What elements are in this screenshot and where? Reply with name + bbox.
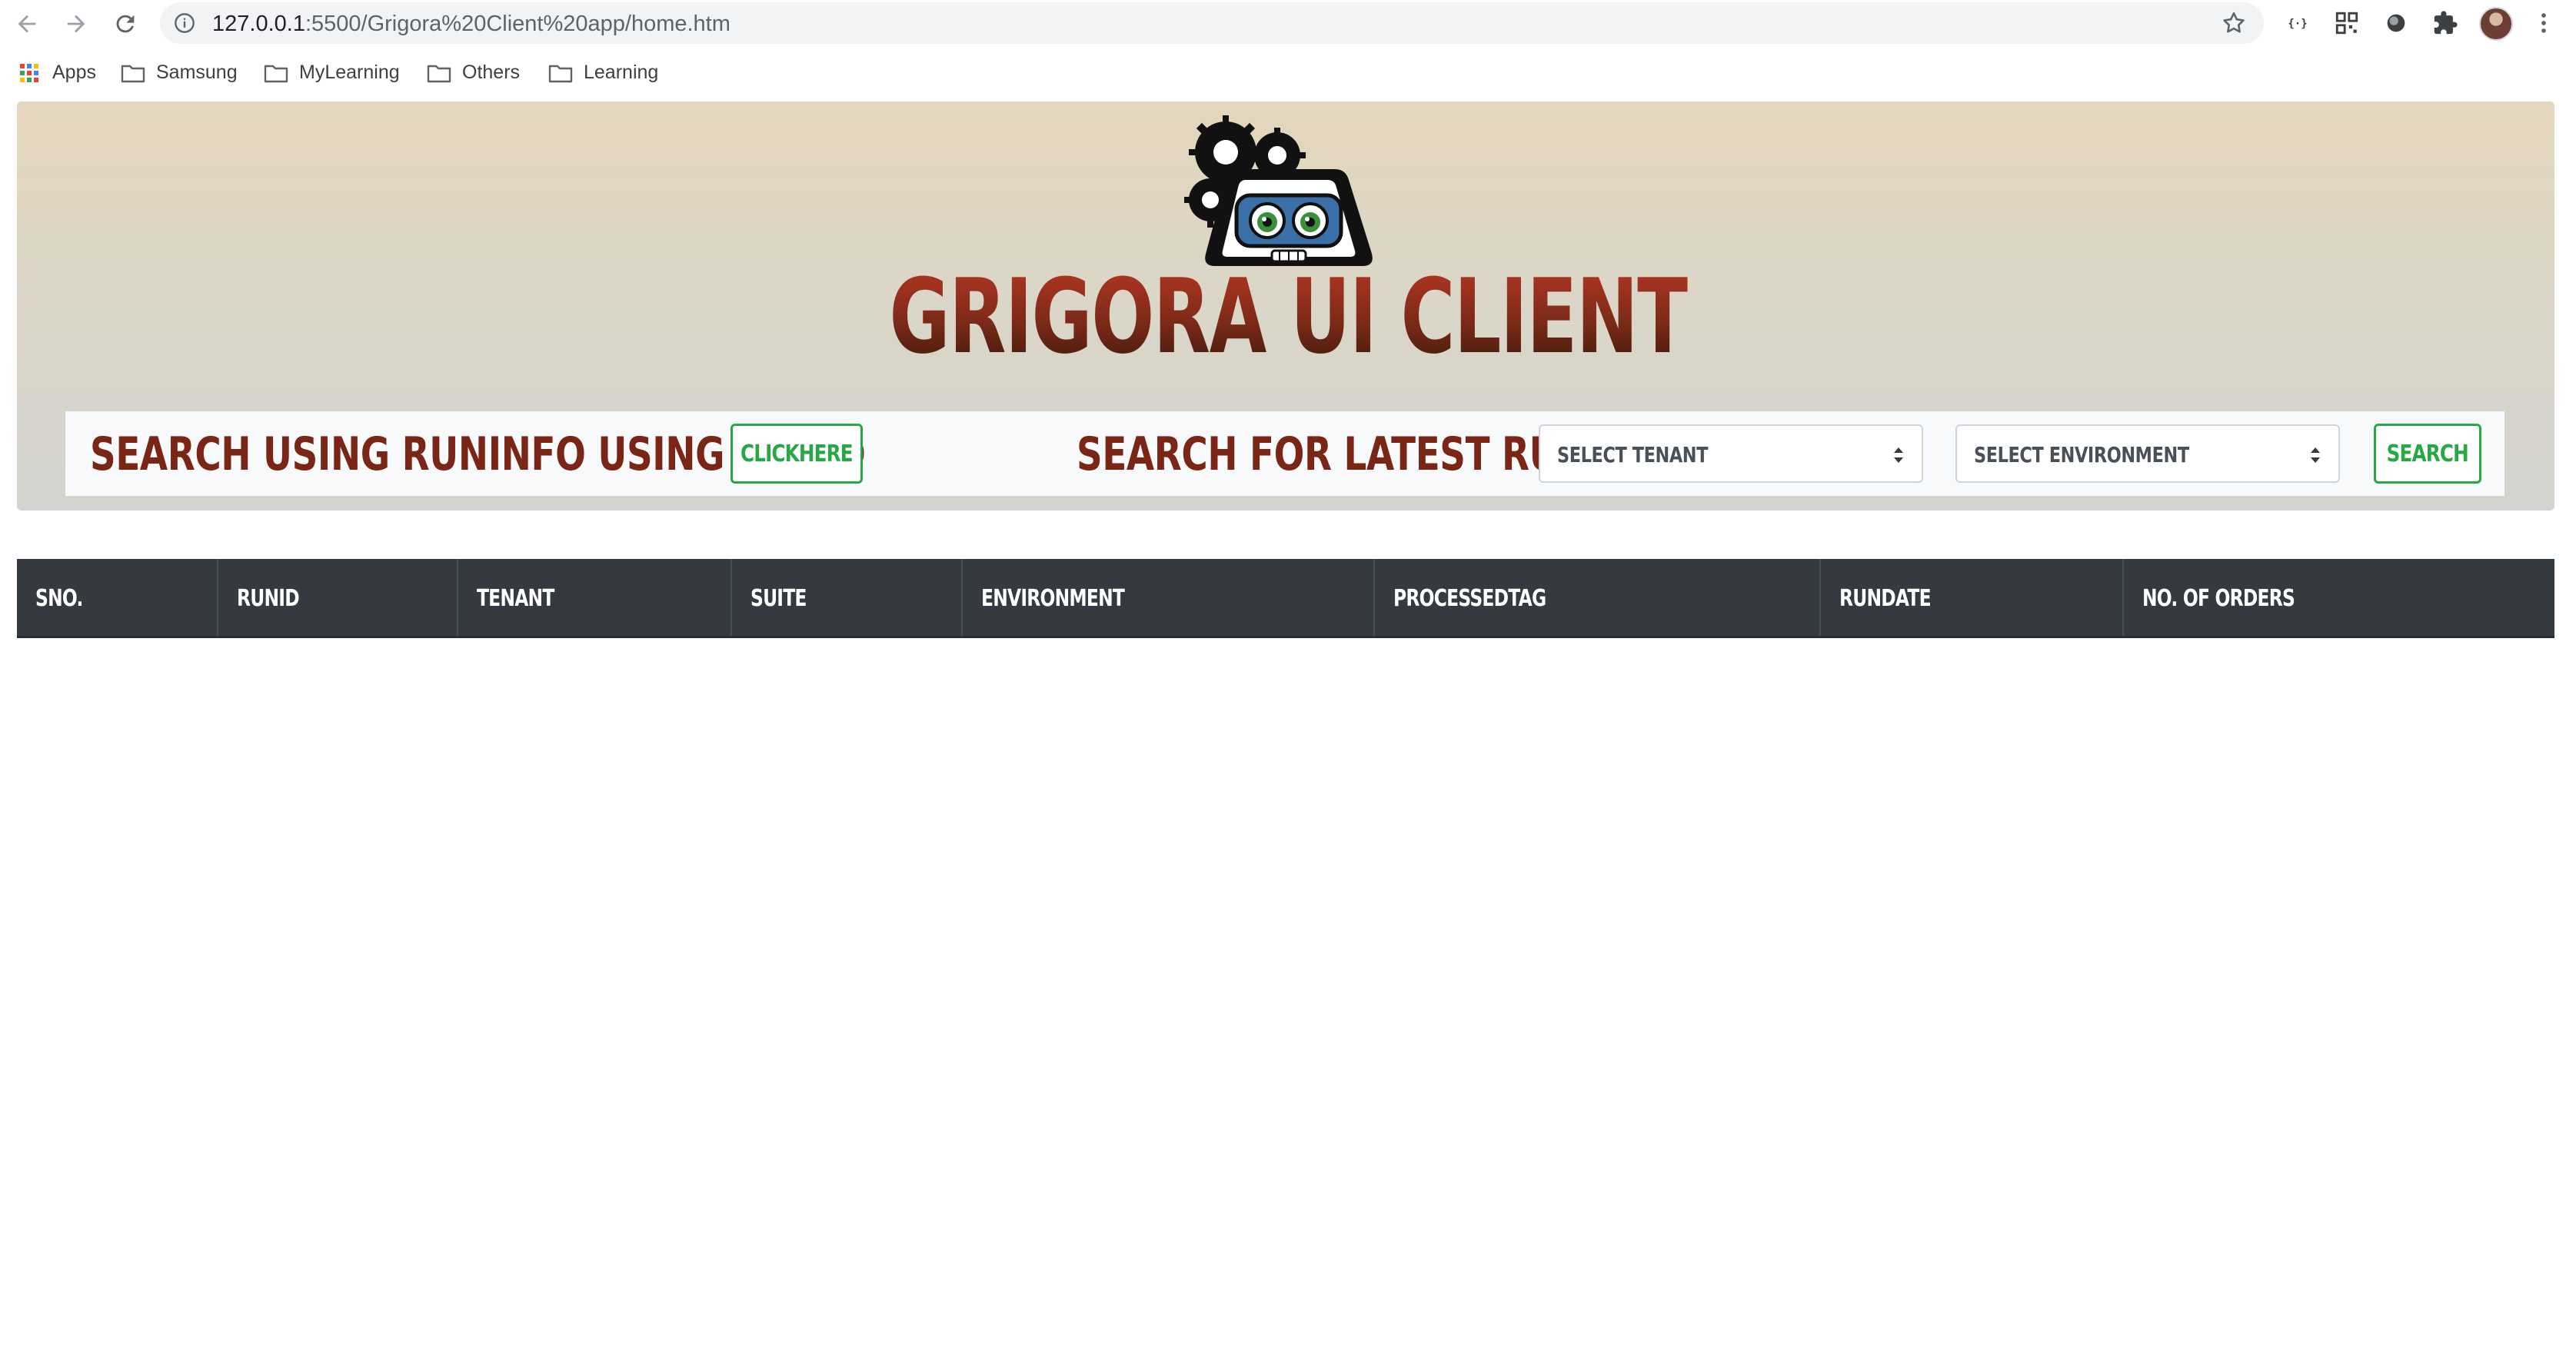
back-button[interactable] <box>8 5 46 43</box>
column-header-processedtag[interactable]: PROCESSEDTAG <box>1375 559 1821 636</box>
bookmark-label: Apps <box>52 62 96 83</box>
click-here-label: CLICKHERE <box>741 440 854 467</box>
column-header-rundate[interactable]: RUNDATE <box>1821 559 2124 636</box>
puzzle-icon[interactable] <box>2431 9 2459 37</box>
folder-icon <box>264 65 288 82</box>
runs-table-header: SNO. RUNID TENANT SUITE ENVIRONMENT PROC… <box>17 559 2554 638</box>
tenant-select[interactable]: SELECT TENANT <box>1539 424 1923 483</box>
bookmark-mylearning[interactable]: MyLearning <box>264 62 400 84</box>
folder-icon <box>427 65 451 82</box>
forward-arrow-icon <box>67 15 85 33</box>
page-title: GRIGORA UI CLIENT <box>361 265 2215 368</box>
folder-icon <box>548 65 573 82</box>
folder-icon <box>121 65 145 82</box>
address-bar[interactable]: 127.0.0.1:5500/Grigora%20Client%20app/ho… <box>160 2 2264 44</box>
back-arrow-icon <box>18 15 36 33</box>
latest-runs-heading: SEARCH FOR LATEST RUNS <box>1077 427 1614 481</box>
column-header-sno[interactable]: SNO. <box>17 559 218 636</box>
column-header-suite[interactable]: SUITE <box>732 559 963 636</box>
bookmark-label: Samsung <box>156 62 238 83</box>
bookmark-samsung[interactable]: Samsung <box>121 62 238 84</box>
bookmark-learning[interactable]: Learning <box>548 62 658 84</box>
url-text[interactable]: 127.0.0.1:5500/Grigora%20Client%20app/ho… <box>212 12 731 37</box>
apps-grid-icon <box>20 63 38 82</box>
json-viewer-icon[interactable]: {·} <box>2284 9 2311 37</box>
column-header-no-of-orders[interactable]: NO. OF ORDERS <box>2124 559 2554 636</box>
bookmark-star-icon[interactable] <box>2221 10 2247 36</box>
robot-gears-logo <box>1184 115 1373 266</box>
environment-select[interactable]: SELECT ENVIRONMENT <box>1955 424 2340 483</box>
qr-code-icon[interactable] <box>2333 9 2361 37</box>
select-caret-icon <box>1894 447 1903 463</box>
click-here-button[interactable]: CLICKHERE <box>731 424 863 484</box>
column-header-tenant[interactable]: TENANT <box>458 559 732 636</box>
search-bar: SEARCH USING RUNINFO USING RUNID CLICKHE… <box>65 411 2504 496</box>
svg-text:{·}: {·} <box>2288 18 2307 30</box>
bookmark-label: Learning <box>584 62 659 83</box>
reload-button[interactable] <box>106 5 145 43</box>
environment-select-value: SELECT ENVIRONMENT <box>1974 442 2189 467</box>
search-button-label: SEARCH <box>2386 440 2469 467</box>
column-header-environment[interactable]: ENVIRONMENT <box>963 559 1375 636</box>
bookmarks-bar: Apps Samsung MyLearning Others Learning <box>0 48 2576 100</box>
forward-button[interactable] <box>57 5 95 43</box>
select-caret-icon <box>2311 447 2320 463</box>
more-menu-icon[interactable] <box>2530 9 2558 37</box>
browser-toolbar: 127.0.0.1:5500/Grigora%20Client%20app/ho… <box>0 0 2576 48</box>
column-header-runid[interactable]: RUNID <box>218 559 458 636</box>
circle-extension-icon[interactable] <box>2382 9 2410 37</box>
profile-avatar[interactable] <box>2479 7 2513 41</box>
search-button[interactable]: SEARCH <box>2374 424 2481 484</box>
reload-icon <box>116 15 135 33</box>
bookmark-label: MyLearning <box>299 62 400 83</box>
info-icon[interactable] <box>174 12 195 34</box>
bookmark-label: Others <box>462 62 521 83</box>
bookmark-apps[interactable]: Apps <box>17 62 96 84</box>
tenant-select-value: SELECT TENANT <box>1557 442 1709 467</box>
bookmark-others[interactable]: Others <box>427 62 520 84</box>
